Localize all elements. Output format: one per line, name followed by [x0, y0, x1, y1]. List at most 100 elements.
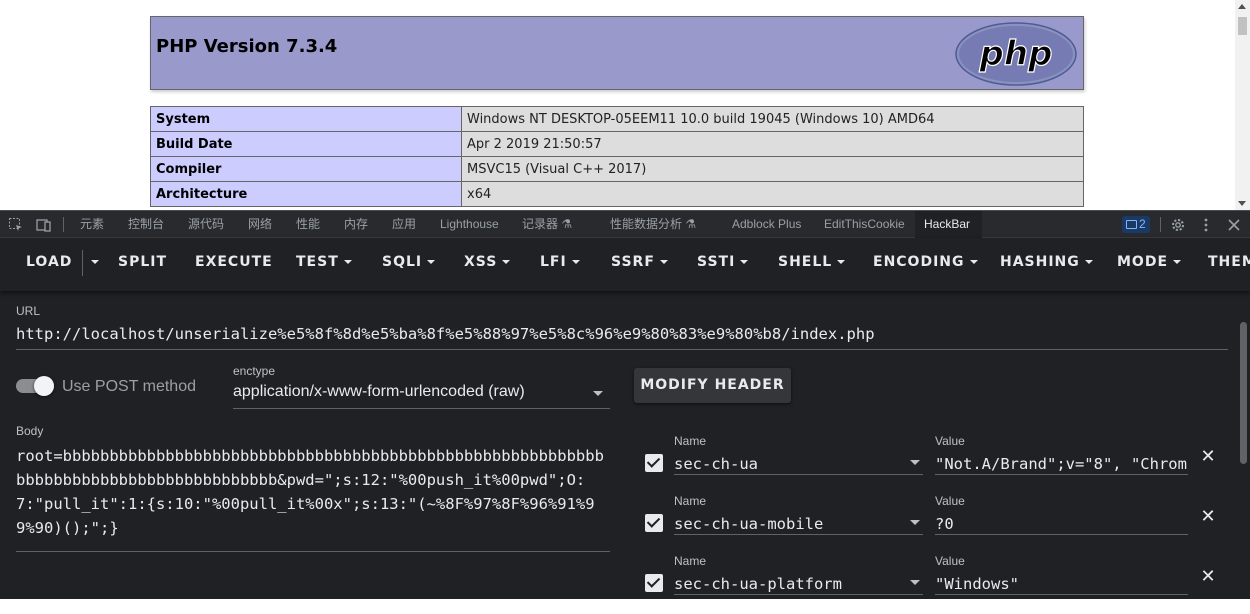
header-name-input[interactable]: sec-ch-ua-mobile — [674, 510, 923, 535]
php-logo-icon: php — [955, 22, 1077, 86]
header-value-input[interactable]: "Not.A/Brand";v="8", "Chromium";v="114" — [935, 450, 1188, 475]
device-toolbar-icon[interactable] — [36, 217, 52, 233]
scroll-up-arrow-icon[interactable] — [1238, 4, 1246, 9]
issues-badge[interactable]: 2 — [1122, 216, 1150, 233]
tab-memory[interactable]: 内存 — [335, 211, 377, 238]
more-options-icon[interactable] — [1198, 217, 1214, 233]
test-menu-button[interactable]: TEST — [296, 238, 352, 286]
page-scrollbar[interactable] — [1235, 0, 1250, 210]
dropdown-arrow-icon — [910, 580, 920, 585]
settings-gear-icon[interactable] — [1170, 217, 1186, 233]
tab-separator — [63, 217, 64, 232]
hashing-menu-label: HASHING — [1000, 254, 1080, 270]
use-post-label: Use POST method — [62, 378, 196, 395]
lfi-menu-label: LFI — [540, 254, 567, 270]
theme-menu-button[interactable]: THEME — [1208, 238, 1250, 286]
tab-editthiscookie[interactable]: EditThisCookie — [815, 211, 914, 238]
issues-count: 2 — [1139, 217, 1146, 231]
toggle-knob — [34, 376, 54, 396]
header-value-label: Value — [935, 554, 965, 568]
dropdown-arrow-icon — [593, 391, 603, 396]
header-name-label: Name — [674, 494, 707, 508]
chevron-down-icon — [740, 260, 749, 264]
header-row: Name sec-ch-ua-platform Value "Windows" … — [640, 554, 1230, 614]
tab-hackbar[interactable]: HackBar — [915, 211, 982, 238]
split-button[interactable]: SPLIT — [118, 238, 167, 286]
hashing-menu-button[interactable]: HASHING — [1000, 238, 1093, 286]
info-value: x64 — [461, 181, 1084, 207]
tab-performance[interactable]: 性能 — [287, 211, 329, 238]
toolbar-divider — [82, 250, 83, 276]
mode-menu-label: MODE — [1117, 254, 1169, 270]
tab-network[interactable]: 网络 — [239, 211, 281, 238]
tab-separator — [1160, 217, 1161, 232]
dropdown-arrow-icon — [910, 520, 920, 525]
modify-header-button[interactable]: MODIFY HEADER — [634, 368, 791, 403]
tab-adblock-plus[interactable]: Adblock Plus — [723, 211, 810, 238]
header-value-label: Value — [935, 434, 965, 448]
sqli-menu-button[interactable]: SQLI — [382, 238, 436, 286]
remove-header-icon[interactable]: ✕ — [1200, 567, 1216, 585]
header-name-value: sec-ch-ua-mobile — [674, 515, 824, 533]
lfi-menu-button[interactable]: LFI — [540, 238, 580, 286]
info-key: Build Date — [150, 131, 462, 157]
header-value-input[interactable]: "Windows" — [935, 570, 1188, 595]
header-enabled-checkbox[interactable] — [645, 454, 663, 472]
load-menu-button[interactable] — [86, 238, 99, 286]
url-input[interactable]: http://localhost/unserialize%e5%8f%8d%e5… — [16, 325, 1228, 350]
tab-recorder[interactable]: 记录器 ⚗ — [513, 211, 581, 238]
chevron-down-icon — [91, 260, 99, 264]
header-enabled-checkbox[interactable] — [645, 574, 663, 592]
devtools-tab-bar: 元素 控制台 源代码 网络 性能 内存 应用 Lighthouse 记录器 ⚗ … — [0, 210, 1250, 238]
enctype-label: enctype — [233, 364, 276, 378]
remove-header-icon[interactable]: ✕ — [1200, 447, 1216, 465]
header-enabled-checkbox[interactable] — [645, 514, 663, 532]
encoding-menu-button[interactable]: ENCODING — [873, 238, 978, 286]
header-value-input[interactable]: ?0 — [935, 510, 1188, 535]
php-logo-text: php — [979, 34, 1053, 74]
ssrf-menu-button[interactable]: SSRF — [611, 238, 668, 286]
body-textarea[interactable]: root=bbbbbbbbbbbbbbbbbbbbbbbbbbbbbbbbbbb… — [16, 444, 610, 552]
enctype-value: application/x-www-form-urlencoded (raw) — [233, 383, 525, 400]
message-icon — [1126, 220, 1137, 229]
phpinfo-page: PHP Version 7.3.4 php System Windows NT … — [0, 0, 1250, 210]
tab-application[interactable]: 应用 — [383, 211, 425, 238]
tab-elements[interactable]: 元素 — [71, 211, 113, 238]
header-row: Name sec-ch-ua Value "Not.A/Brand";v="8"… — [640, 434, 1230, 494]
header-name-input[interactable]: sec-ch-ua-platform — [674, 570, 923, 595]
url-label: URL — [16, 304, 41, 318]
body-label: Body — [16, 424, 44, 438]
load-button[interactable]: LOAD — [26, 238, 72, 286]
table-row: Build Date Apr 2 2019 21:50:57 — [150, 131, 1084, 157]
xss-menu-button[interactable]: XSS — [464, 238, 511, 286]
ssti-menu-label: SSTI — [697, 254, 736, 270]
hackbar-body: URL http://localhost/unserialize%e5%8f%8… — [0, 294, 1250, 599]
inspect-element-icon[interactable] — [8, 217, 24, 233]
tab-console[interactable]: 控制台 — [119, 211, 173, 238]
enctype-select[interactable]: application/x-www-form-urlencoded (raw) — [233, 383, 610, 409]
xss-menu-label: XSS — [464, 254, 498, 270]
panel-vertical-scrollbar[interactable] — [1240, 322, 1247, 464]
chevron-down-icon — [502, 260, 511, 264]
execute-button[interactable]: EXECUTE — [195, 238, 273, 286]
close-devtools-icon[interactable] — [1226, 217, 1242, 233]
chevron-down-icon — [571, 260, 580, 264]
dropdown-arrow-icon — [910, 460, 920, 465]
tab-lighthouse[interactable]: Lighthouse — [431, 211, 508, 238]
ssti-menu-button[interactable]: SSTI — [697, 238, 749, 286]
test-menu-label: TEST — [296, 254, 339, 270]
info-value: Apr 2 2019 21:50:57 — [461, 131, 1084, 157]
hackbar-toolbar: LOAD SPLIT EXECUTE TEST SQLI XSS LFI SSR… — [0, 238, 1250, 291]
remove-header-icon[interactable]: ✕ — [1200, 507, 1216, 525]
shell-menu-button[interactable]: SHELL — [778, 238, 846, 286]
header-name-label: Name — [674, 434, 707, 448]
use-post-toggle[interactable] — [16, 376, 54, 396]
page-title: PHP Version 7.3.4 — [156, 36, 338, 57]
scroll-down-arrow-icon[interactable] — [1238, 201, 1246, 206]
mode-menu-button[interactable]: MODE — [1117, 238, 1182, 286]
tab-performance-insights[interactable]: 性能数据分析 ⚗ — [601, 211, 705, 238]
header-name-input[interactable]: sec-ch-ua — [674, 450, 923, 475]
encoding-menu-label: ENCODING — [873, 254, 965, 270]
scroll-thumb[interactable] — [1238, 17, 1247, 35]
tab-sources[interactable]: 源代码 — [179, 211, 233, 238]
